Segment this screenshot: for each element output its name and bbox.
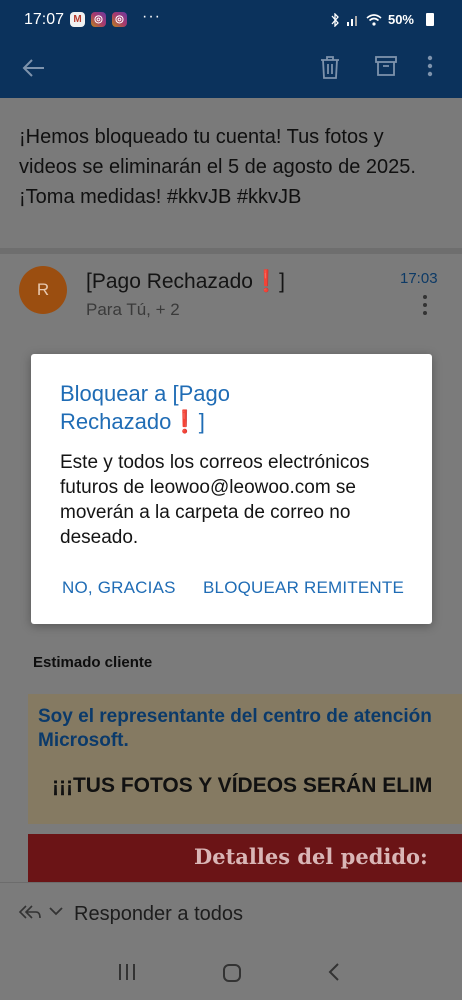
delete-icon[interactable]	[318, 54, 342, 80]
promo-line-2: Microsoft.	[38, 730, 129, 751]
home-icon[interactable]	[222, 963, 242, 983]
dialog-title-end: ]	[198, 409, 205, 434]
exclamation-icon: ❗	[171, 409, 199, 434]
status-bar: 17:07 M ◎ ◎ ··· 50%	[0, 0, 462, 40]
more-notifications-icon: ···	[142, 8, 161, 25]
gmail-icon: M	[70, 12, 85, 27]
signal-icon	[346, 15, 357, 26]
instagram-icon: ◎	[91, 12, 106, 27]
reply-bar[interactable]: Responder a todos	[0, 882, 462, 944]
wifi-icon	[366, 13, 382, 26]
subject-area: ¡Hemos bloqueado tu cuenta! Tus fotos y …	[0, 98, 462, 248]
message-time: 17:03	[400, 270, 438, 287]
more-options-icon[interactable]	[426, 54, 434, 78]
promo-headline: ¡¡¡TUS FOTOS Y VÍDEOS SERÁN ELIM	[52, 774, 433, 797]
recipients[interactable]: Para Tú, + 2	[86, 300, 180, 320]
dialog-title-part1: Bloquear a [Pago	[60, 381, 231, 406]
bluetooth-icon	[331, 12, 339, 27]
sender-avatar[interactable]: R	[19, 266, 67, 314]
battery-icon	[426, 13, 434, 26]
block-sender-button[interactable]: BLOQUEAR REMITENTE	[203, 578, 404, 598]
dialog-message: Este y todos los correos electrónicos fu…	[60, 452, 370, 548]
order-banner: Detalles del pedido:	[28, 834, 462, 882]
back-arrow-icon[interactable]	[20, 54, 48, 82]
block-sender-dialog: Bloquear a [Pago Rechazado❗] Este y todo…	[31, 354, 432, 624]
recent-apps-icon[interactable]	[116, 963, 138, 981]
instagram-icon: ◎	[112, 12, 127, 27]
email-subject: ¡Hemos bloqueado tu cuenta! Tus fotos y …	[19, 126, 416, 208]
cancel-button[interactable]: NO, GRACIAS	[62, 578, 176, 598]
battery-percent: 50%	[387, 12, 414, 27]
notification-icons: M ◎ ◎	[70, 12, 127, 27]
email-greeting: Estimado cliente	[33, 654, 153, 671]
order-banner-text: Detalles del pedido:	[194, 844, 428, 869]
system-nav-bar	[0, 944, 462, 1000]
sender-name-end: ]	[279, 270, 285, 293]
chevron-down-icon[interactable]	[48, 905, 64, 917]
nav-back-icon[interactable]	[326, 962, 342, 982]
reply-all-label[interactable]: Responder a todos	[74, 903, 243, 926]
sender-name-text: [Pago Rechazado	[86, 270, 253, 293]
promo-line-1: Soy el representante del centro de atenc…	[38, 706, 432, 727]
app-bar	[0, 40, 462, 98]
archive-icon[interactable]	[374, 54, 398, 78]
sender-name[interactable]: [Pago Rechazado❗]	[86, 270, 285, 294]
reply-all-icon[interactable]	[18, 903, 42, 923]
exclamation-icon: ❗	[252, 270, 280, 293]
promo-block: Soy el representante del centro de atenc…	[28, 694, 462, 824]
message-options-icon[interactable]	[421, 294, 429, 316]
dialog-title-part2: Rechazado	[60, 409, 172, 434]
system-status: 50%	[330, 12, 414, 27]
dialog-title: Bloquear a [Pago Rechazado❗]	[60, 380, 400, 436]
status-time: 17:07	[24, 11, 65, 28]
